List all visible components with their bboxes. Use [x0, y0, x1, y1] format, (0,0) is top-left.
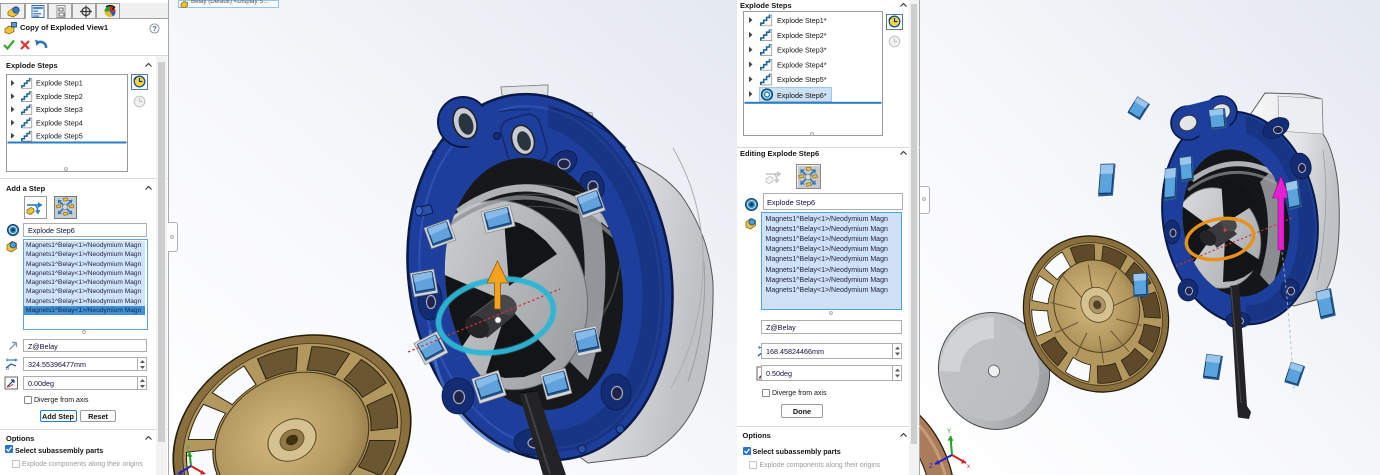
svg-text:Y: Y: [947, 429, 951, 435]
svg-text:Z: Z: [929, 464, 933, 470]
svg-text:Explode Step1: Explode Step1: [36, 78, 83, 87]
svg-text:Explode Step5: Explode Step5: [36, 131, 83, 140]
svg-text:Explode Step6*: Explode Step6*: [777, 91, 827, 100]
svg-text:d: d: [6, 366, 9, 371]
svg-text:Explode Step1*: Explode Step1*: [777, 16, 827, 25]
svg-text:Explode Step3: Explode Step3: [36, 105, 83, 114]
svg-text:Explode Step2*: Explode Step2*: [777, 31, 827, 40]
svg-text:Explode Step2: Explode Step2: [36, 91, 83, 100]
svg-text:Y: Y: [186, 446, 190, 452]
svg-text:x: x: [967, 464, 970, 470]
svg-text:Explode Step5*: Explode Step5*: [777, 75, 827, 84]
svg-text:Explode Step4: Explode Step4: [36, 118, 83, 127]
svg-text:?: ?: [152, 24, 157, 33]
svg-text:Explode Step3*: Explode Step3*: [777, 46, 827, 55]
svg-text:Explode Step4*: Explode Step4*: [777, 60, 827, 69]
